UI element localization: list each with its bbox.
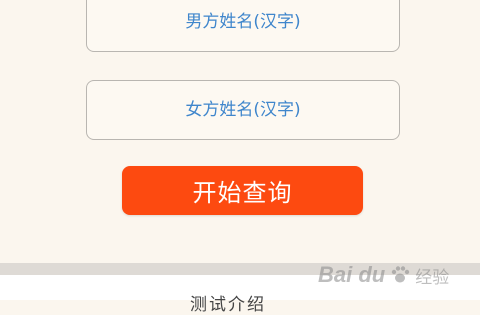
female-name-input[interactable]	[87, 80, 399, 140]
female-name-field[interactable]	[86, 80, 400, 140]
section-title: 测试介绍	[190, 295, 266, 315]
start-query-button[interactable]: 开始查询	[122, 166, 363, 215]
section-divider	[0, 263, 480, 275]
male-name-field[interactable]	[86, 0, 400, 52]
male-name-input[interactable]	[87, 0, 399, 52]
